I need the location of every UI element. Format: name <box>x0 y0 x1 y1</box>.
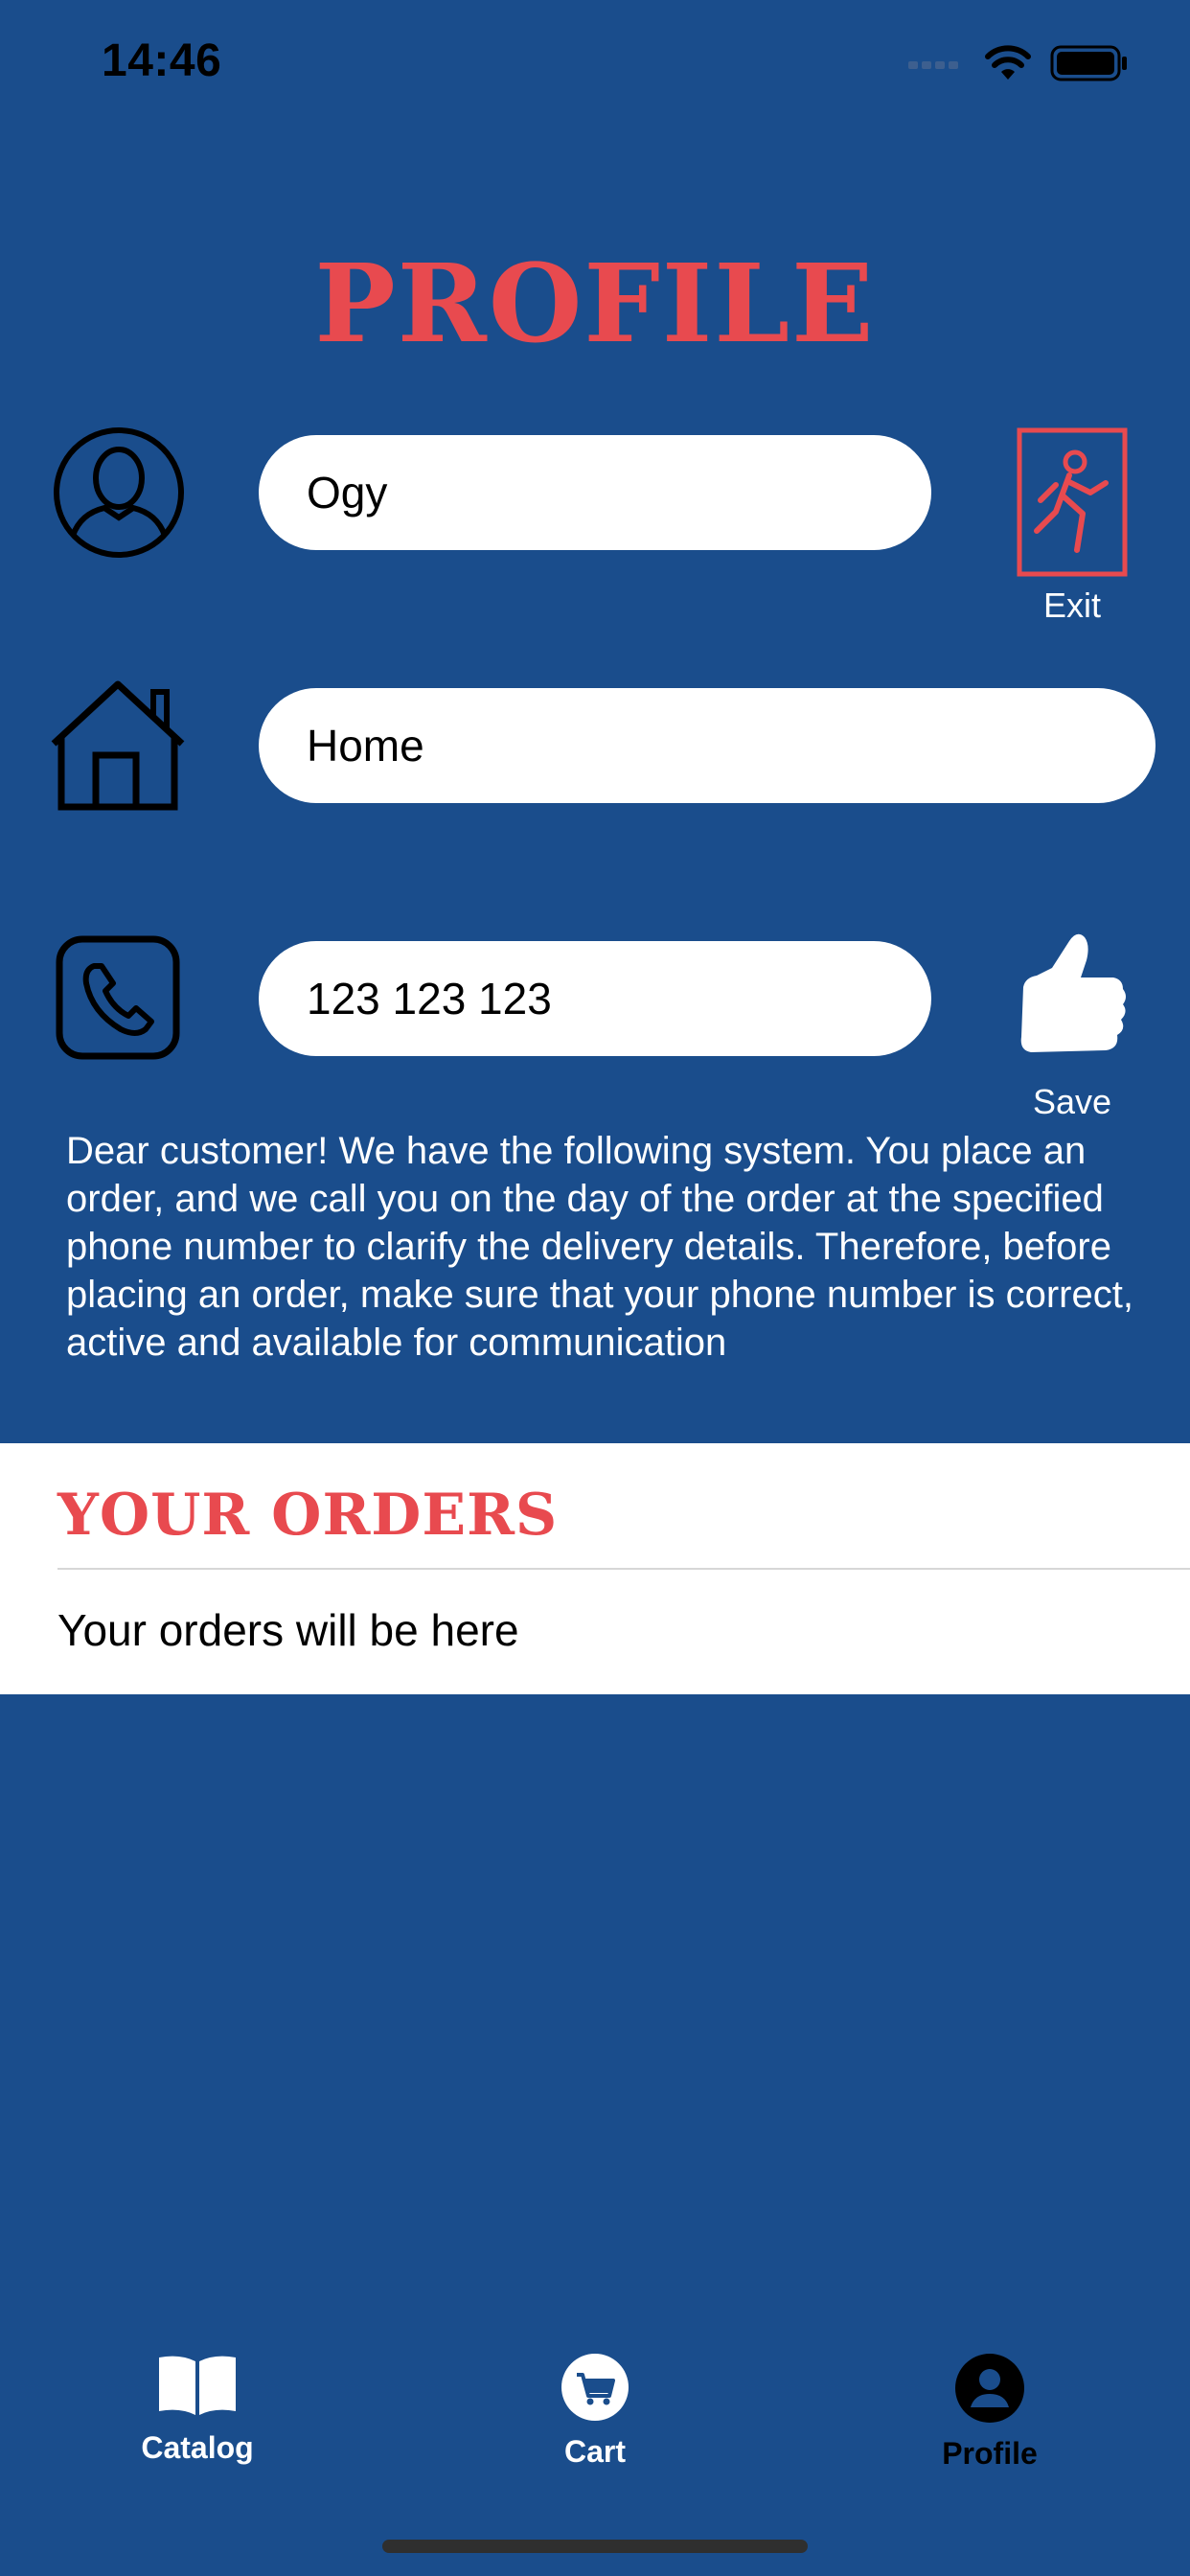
user-avatar-icon <box>54 427 184 558</box>
orders-title: YOUR ORDERS <box>57 1482 559 1549</box>
status-icons <box>908 42 1129 84</box>
book-icon <box>159 2356 236 2415</box>
exit-label: Exit <box>1042 586 1101 625</box>
customer-notice: Dear customer! We have the following sys… <box>66 1130 1133 1364</box>
phone-icon <box>56 935 180 1060</box>
tab-catalog-label: Catalog <box>141 2430 254 2465</box>
tab-profile[interactable]: Profile <box>875 2354 1105 2472</box>
cart-icon <box>561 2354 629 2421</box>
exit-button[interactable]: Exit <box>1010 426 1134 627</box>
orders-section: YOUR ORDERS Your orders will be here <box>0 1443 1190 1694</box>
name-field[interactable]: Ogy <box>259 435 931 550</box>
tab-cart[interactable]: Cart <box>480 2354 710 2470</box>
home-icon <box>51 680 185 811</box>
phone-field-value: 123 123 123 <box>307 974 552 1024</box>
cellular-signal-icon <box>908 61 958 69</box>
phone-field[interactable]: 123 123 123 <box>259 941 931 1056</box>
save-button[interactable]: Save <box>1010 930 1134 1121</box>
orders-divider <box>57 1568 1190 1570</box>
home-indicator <box>382 2540 808 2553</box>
name-field-value: Ogy <box>307 468 388 518</box>
profile-icon <box>955 2354 1024 2423</box>
exit-icon <box>1017 427 1128 577</box>
status-time: 14:46 <box>102 35 222 86</box>
tab-catalog[interactable]: Catalog <box>82 2354 312 2466</box>
tab-profile-label: Profile <box>942 2436 1038 2471</box>
address-field-value: Home <box>307 721 424 770</box>
save-label: Save <box>1032 1082 1112 1121</box>
battery-icon <box>1050 45 1127 81</box>
wifi-icon <box>985 45 1031 80</box>
tab-cart-label: Cart <box>563 2434 626 2469</box>
address-field[interactable]: Home <box>259 688 1156 803</box>
page-title: PROFILE <box>314 242 876 367</box>
thumbs-up-icon <box>1020 933 1126 1052</box>
orders-empty-message: Your orders will be here <box>57 1605 519 1655</box>
